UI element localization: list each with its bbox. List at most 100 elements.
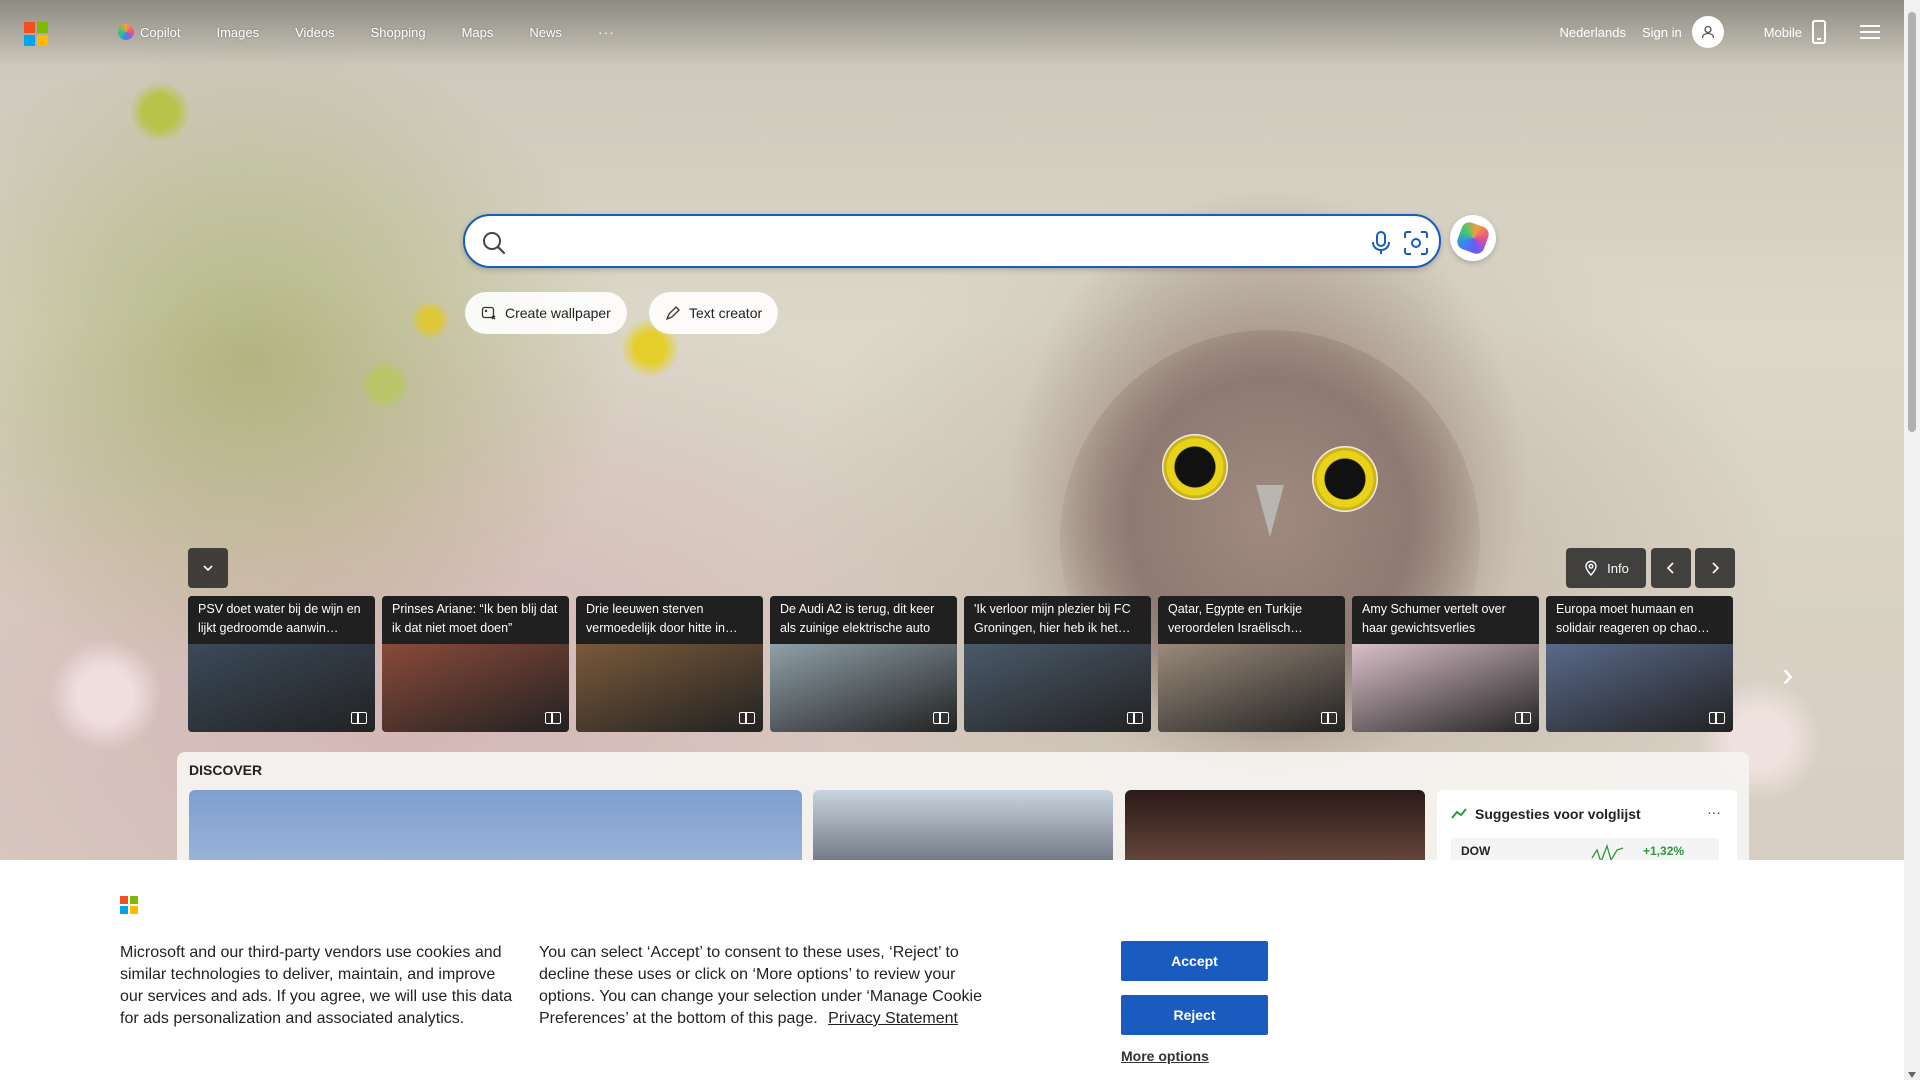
scrollbar[interactable] [1904, 0, 1920, 1080]
news-title: Europa moet humaan en solidair reageren … [1546, 596, 1733, 644]
text-creator-button[interactable]: Text creator [649, 292, 779, 334]
news-thumbnail [576, 644, 763, 732]
news-card[interactable]: Drie leeuwen sterven vermoedelijk door h… [576, 596, 763, 732]
cookie-text-right: You can select ‘Accept’ to consent to th… [539, 942, 994, 1030]
reader-icon [1709, 712, 1725, 724]
copilot-icon [118, 24, 134, 40]
reader-icon [545, 712, 561, 724]
news-card[interactable]: De Audi A2 is terug, dit keer als zuinig… [770, 596, 957, 732]
copilot-button[interactable] [1450, 215, 1496, 261]
news-thumbnail [188, 644, 375, 732]
chevron-right-icon [1712, 562, 1720, 574]
reader-icon [351, 712, 367, 724]
news-carousel: PSV doet water bij de wijn en lijkt gedr… [188, 596, 1740, 732]
news-card[interactable]: Amy Schumer vertelt over haar gewichtsve… [1352, 596, 1539, 732]
reader-icon [933, 712, 949, 724]
discover-card[interactable] [1125, 790, 1425, 870]
chevron-down-icon [203, 565, 213, 572]
cookie-text-left: Microsoft and our third-party vendors us… [120, 944, 513, 1027]
language-link[interactable]: Nederlands [1559, 25, 1626, 40]
reject-button[interactable]: Reject [1121, 995, 1268, 1035]
news-title: Amy Schumer vertelt over haar gewichtsve… [1352, 596, 1539, 644]
nav-copilot-label: Copilot [140, 24, 181, 40]
news-title: Prinses Ariane: “Ik ben blij dat ik dat … [382, 596, 569, 644]
news-card[interactable]: 'Ik verloor mijn plezier bij FC Groninge… [964, 596, 1151, 732]
watchlist-card: Suggesties voor volglijst ··· DOW +1,32% [1437, 790, 1737, 870]
flower-yellow [410, 300, 450, 340]
nav-links: Copilot Images Videos Shopping Maps News… [118, 24, 615, 40]
nav-copilot[interactable]: Copilot [118, 24, 180, 40]
owl-right-eye [1312, 446, 1378, 512]
info-label: Info [1607, 560, 1629, 576]
collapse-button[interactable] [188, 548, 228, 588]
accept-button[interactable]: Accept [1121, 941, 1268, 981]
reader-icon [739, 712, 755, 724]
news-card[interactable]: Europa moet humaan en solidair reageren … [1546, 596, 1733, 732]
more-nav-button[interactable]: ··· [598, 24, 615, 40]
reader-icon [1127, 712, 1143, 724]
more-options-link[interactable]: More options [1121, 1048, 1209, 1064]
right-nav: Nederlands Sign in Mobile [1543, 16, 1880, 48]
hamburger-menu-icon[interactable] [1860, 25, 1880, 39]
sign-in-button[interactable]: Sign in [1642, 16, 1724, 48]
create-wallpaper-label: Create wallpaper [505, 305, 611, 321]
scroll-down-arrow-icon[interactable] [1908, 1072, 1916, 1078]
pen-icon [665, 306, 680, 321]
news-title: PSV doet water bij de wijn en lijkt gedr… [188, 596, 375, 644]
nav-videos[interactable]: Videos [295, 25, 335, 40]
cookie-banner: Microsoft and our third-party vendors us… [0, 860, 1904, 1080]
avatar [1691, 16, 1724, 48]
reader-icon [1515, 712, 1531, 724]
text-creator-label: Text creator [689, 305, 763, 321]
nav-images[interactable]: Images [216, 25, 259, 40]
owl-left-eye [1162, 434, 1228, 500]
bud-green [130, 82, 190, 142]
microphone-icon[interactable] [1369, 230, 1393, 256]
search-box [463, 214, 1441, 268]
news-title: Qatar, Egypte en Turkije veroordelen Isr… [1158, 596, 1345, 644]
microsoft-logo[interactable] [24, 22, 48, 46]
news-card[interactable]: Qatar, Egypte en Turkije veroordelen Isr… [1158, 596, 1345, 732]
discover-card[interactable] [189, 790, 802, 870]
stock-chart-icon [1451, 808, 1467, 819]
image-create-icon [481, 306, 496, 320]
news-thumbnail [1158, 644, 1345, 732]
info-button[interactable]: Info [1566, 548, 1646, 588]
mobile-link[interactable]: Mobile [1764, 20, 1826, 44]
news-card[interactable]: Prinses Ariane: “Ik ben blij dat ik dat … [382, 596, 569, 732]
discover-card[interactable] [813, 790, 1113, 870]
sign-in-label: Sign in [1641, 24, 1682, 40]
news-next-arrow-icon[interactable]: › [1782, 656, 1793, 695]
news-thumbnail [382, 644, 569, 732]
search-icon [483, 232, 506, 255]
flower-pink [50, 640, 160, 750]
reader-icon [1321, 712, 1337, 724]
previous-image-button[interactable] [1651, 548, 1691, 588]
privacy-statement-link[interactable]: Privacy Statement [828, 1010, 958, 1027]
discover-heading: DISCOVER [189, 762, 263, 778]
news-title: 'Ik verloor mijn plezier bij FC Groninge… [964, 596, 1151, 644]
bud-green [360, 360, 410, 410]
visual-search-icon[interactable] [1403, 230, 1429, 256]
scrollbar-thumb[interactable] [1908, 12, 1916, 432]
news-thumbnail [770, 644, 957, 732]
ticker-symbol: DOW [1461, 844, 1491, 858]
phone-icon [1812, 20, 1826, 44]
owl-beak [1256, 485, 1284, 537]
nav-shopping[interactable]: Shopping [371, 25, 426, 40]
person-icon [1701, 25, 1714, 39]
news-card[interactable]: PSV doet water bij de wijn en lijkt gedr… [188, 596, 375, 732]
next-image-button[interactable] [1695, 548, 1735, 588]
ticker-change: +1,32% [1643, 844, 1685, 858]
watchlist-more-button[interactable]: ··· [1707, 804, 1721, 820]
create-wallpaper-button[interactable]: Create wallpaper [465, 292, 627, 334]
news-title: De Audi A2 is terug, dit keer als zuinig… [770, 596, 957, 644]
news-thumbnail [1546, 644, 1733, 732]
location-pin-icon [1585, 560, 1597, 576]
nav-maps[interactable]: Maps [462, 25, 494, 40]
news-thumbnail [1352, 644, 1539, 732]
nav-news[interactable]: News [529, 25, 562, 40]
microsoft-logo [120, 896, 138, 914]
watchlist-title: Suggesties voor volglijst [1475, 806, 1641, 822]
search-input[interactable] [521, 226, 1301, 256]
